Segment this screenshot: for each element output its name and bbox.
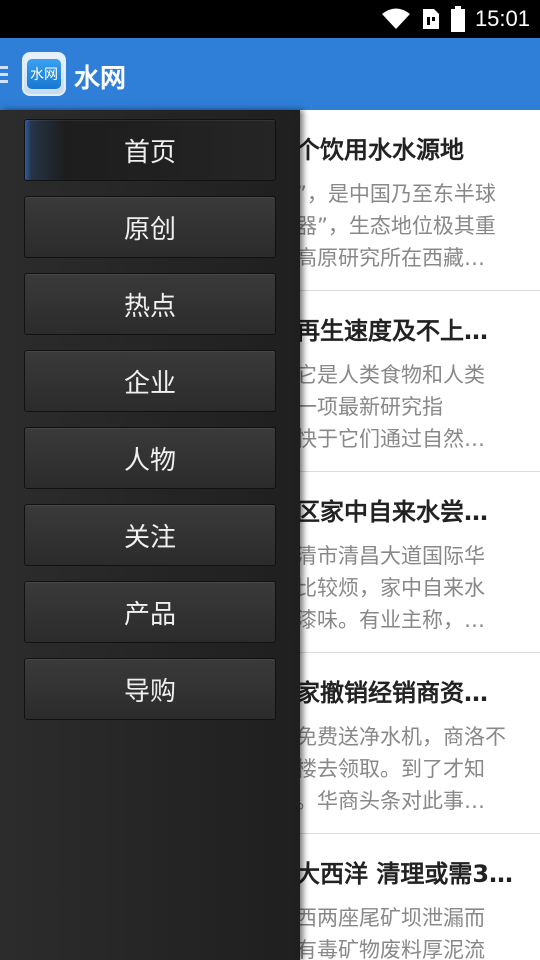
summary-line: 比较烦，家中自来水 (296, 576, 485, 600)
summary-line: 一项最新研究指 (296, 395, 443, 419)
drawer-toggle-icon[interactable] (0, 66, 8, 84)
navigation-drawer: 首页 原创 热点 企业 人物 关注 产品 导购 (0, 110, 300, 960)
drawer-item-original[interactable]: 原创 (24, 196, 276, 258)
status-bar: 15:01 (0, 0, 540, 38)
app-logo-text: 水网 (27, 59, 61, 89)
drawer-item-label: 首页 (123, 137, 176, 168)
drawer-item-focus[interactable]: 关注 (24, 504, 276, 566)
drawer-item-label: 企业 (123, 368, 176, 399)
action-bar: 水网 水网 (0, 38, 540, 110)
summary-line: 它是人类食物和人类 (296, 363, 485, 387)
battery-icon (450, 6, 465, 32)
article-title: 大西洋 清理或需3… (296, 860, 514, 888)
summary-line: 器”，生态地位极其重 (296, 214, 496, 238)
drawer-item-label: 产品 (123, 599, 176, 630)
drawer-item-hot[interactable]: 热点 (24, 273, 276, 335)
article-summary: 清市清昌大道国际华 比较烦，家中自来水 漆味。有业主称，… (296, 540, 526, 636)
drawer-item-enterprise[interactable]: 企业 (24, 350, 276, 412)
article-summary: ”，是中国乃至东半球 器”，生态地位极其重 高原研究所在西藏… (296, 178, 526, 274)
app-logo[interactable]: 水网 (22, 52, 66, 96)
wifi-icon (381, 8, 410, 29)
summary-line: 高原研究所在西藏… (296, 246, 485, 270)
article-title: 区家中自来水尝… (296, 498, 488, 526)
summary-line: 清市清昌大道国际华 (296, 544, 485, 568)
drawer-item-label: 人物 (123, 445, 176, 476)
drawer-item-label: 热点 (123, 291, 176, 322)
status-icons: 15:01 (381, 0, 530, 38)
status-time: 15:01 (474, 6, 530, 31)
article-title: 个饮用水水源地 (296, 136, 464, 164)
article-summary: 免费送净水机，商洛不 楼去领取。到了才知 。华商头条对此事… (296, 721, 526, 817)
summary-line: 免费送净水机，商洛不 (296, 725, 506, 749)
summary-line: 。华商头条对此事… (296, 789, 485, 813)
summary-line: 西两座尾矿坝泄漏而 (296, 906, 485, 930)
app-title: 水网 (74, 64, 127, 94)
summary-line: 漆味。有业主称，… (296, 608, 485, 632)
drawer-item-shopping-guide[interactable]: 导购 (24, 658, 276, 720)
summary-line: 有毒矿物废料厚泥流 (296, 938, 485, 960)
article-title: 再生速度及不上… (296, 317, 488, 345)
drawer-item-products[interactable]: 产品 (24, 581, 276, 643)
article-summary: 西两座尾矿坝泄漏而 有毒矿物废料厚泥流 (296, 902, 526, 960)
drawer-item-label: 原创 (123, 214, 176, 245)
drawer-item-people[interactable]: 人物 (24, 427, 276, 489)
article-summary: 它是人类食物和人类 一项最新研究指 快于它们通过自然… (296, 359, 526, 455)
article-title: 家撤销经销商资… (296, 679, 488, 707)
drawer-item-label: 关注 (123, 522, 176, 553)
summary-line: ”，是中国乃至东半球 (296, 182, 496, 206)
summary-line: 快于它们通过自然… (296, 427, 485, 451)
drawer-item-home[interactable]: 首页 (24, 119, 276, 181)
summary-line: 楼去领取。到了才知 (296, 757, 485, 781)
sim-icon (422, 9, 439, 29)
drawer-item-label: 导购 (123, 676, 176, 707)
